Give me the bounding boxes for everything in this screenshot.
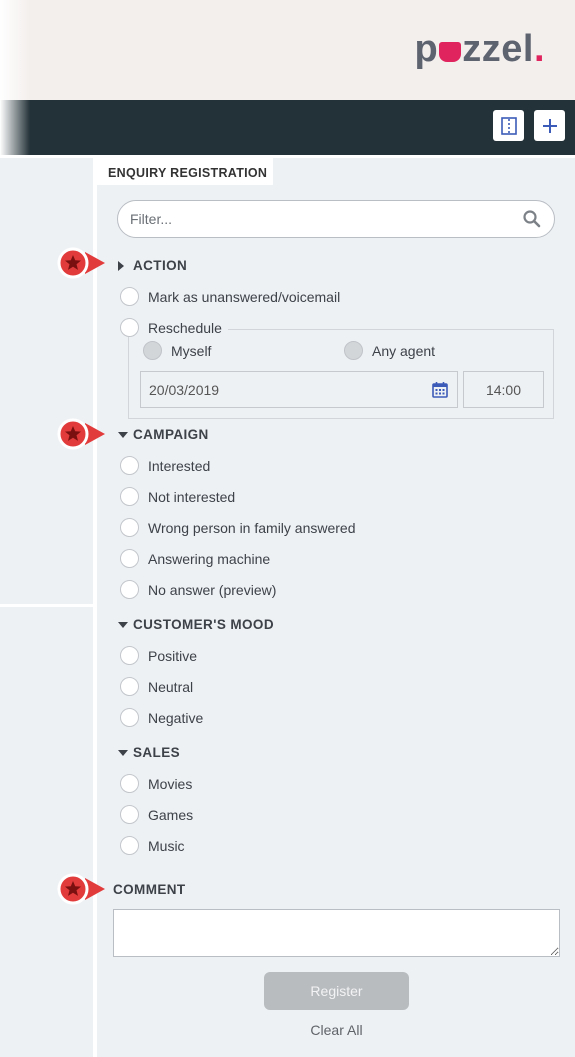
radio-label: Positive	[148, 647, 198, 664]
caret-down-icon	[118, 750, 128, 756]
radio-label: No answer (preview)	[148, 581, 277, 598]
date-value: 20/03/2019	[149, 381, 220, 398]
comment-textarea[interactable]	[113, 909, 560, 957]
radio-button[interactable]	[120, 708, 139, 727]
radio-option[interactable]: Mark as unanswered/voicemail	[120, 287, 340, 306]
radio-label: Negative	[148, 709, 204, 726]
radio-option[interactable]: Music	[120, 836, 185, 855]
register-button[interactable]: Register	[264, 972, 409, 1010]
enquiry-registration-tab: ENQUIRY REGISTRATION	[97, 158, 273, 185]
section-title: SALES	[133, 745, 181, 760]
radio-button[interactable]	[120, 549, 139, 568]
radio-label: Music	[148, 837, 185, 854]
radio-label: Answering machine	[148, 550, 271, 567]
radio-label: Mark as unanswered/voicemail	[148, 288, 341, 305]
left-panel-divider	[0, 604, 93, 607]
radio-button[interactable]	[120, 646, 139, 665]
section-header-campaign[interactable]: CAMPAIGN	[118, 427, 209, 442]
radio-label: Reschedule	[148, 319, 222, 336]
filter-field[interactable]	[117, 200, 555, 238]
radio-label: Games	[148, 806, 194, 823]
left-side-panel	[0, 158, 93, 1057]
section-title: ACTION	[133, 258, 188, 273]
radio-label: Interested	[148, 457, 211, 474]
reschedule-time-field[interactable]: 14:00	[463, 371, 544, 408]
radio-option[interactable]: Reschedule	[120, 318, 228, 337]
radio-button[interactable]	[120, 287, 139, 306]
caret-right-icon	[118, 260, 124, 271]
radio-button[interactable]	[120, 580, 139, 599]
radio-option[interactable]: Wrong person in family answered	[120, 518, 356, 537]
time-value: 14:00	[485, 381, 522, 398]
section-title: CAMPAIGN	[133, 427, 209, 442]
comment-label: COMMENT	[113, 882, 186, 897]
radio-option[interactable]: Any agent	[344, 341, 435, 360]
radio-option[interactable]: Myself	[143, 341, 211, 360]
section-header-sales[interactable]: SALES	[118, 745, 180, 760]
radio-label: Neutral	[148, 678, 194, 695]
header-fade	[0, 0, 30, 100]
required-marker-icon	[57, 418, 105, 450]
radio-button[interactable]	[120, 487, 139, 506]
clear-all-link[interactable]: Clear All	[264, 1022, 409, 1038]
radio-option[interactable]: Answering machine	[120, 549, 270, 568]
radio-option[interactable]: Neutral	[120, 677, 193, 696]
radio-button[interactable]	[143, 341, 162, 360]
radio-button[interactable]	[120, 805, 139, 824]
filter-input[interactable]	[130, 211, 490, 227]
logo-u-shape	[439, 42, 462, 62]
radio-button[interactable]	[120, 318, 139, 337]
radio-label: Movies	[148, 775, 193, 792]
radio-label: Wrong person in family answered	[148, 519, 356, 536]
section-header-action[interactable]: ACTION	[118, 258, 187, 273]
radio-button[interactable]	[120, 836, 139, 855]
radio-option[interactable]: Games	[120, 805, 193, 824]
radio-button[interactable]	[120, 456, 139, 475]
section-header-customers-mood[interactable]: CUSTOMER'S MOOD	[118, 617, 274, 632]
required-marker-icon	[57, 873, 105, 905]
radio-label: Any agent	[372, 342, 436, 359]
radio-option[interactable]: Movies	[120, 774, 192, 793]
calendar-icon[interactable]	[431, 381, 449, 399]
split-view-button[interactable]	[493, 110, 524, 141]
required-marker-icon	[57, 247, 105, 279]
radio-option[interactable]: No answer (preview)	[120, 580, 276, 599]
radio-button[interactable]	[120, 774, 139, 793]
radio-option[interactable]: Positive	[120, 646, 197, 665]
radio-option[interactable]: Negative	[120, 708, 203, 727]
radio-button[interactable]	[120, 677, 139, 696]
radio-option[interactable]: Not interested	[120, 487, 235, 506]
radio-option[interactable]: Interested	[120, 456, 210, 475]
section-title: CUSTOMER'S MOOD	[133, 617, 274, 632]
toolbar-fade	[0, 100, 30, 155]
radio-label: Not interested	[148, 488, 236, 505]
radio-button[interactable]	[344, 341, 363, 360]
puzzel-logo: p zzel.	[414, 28, 545, 70]
radio-button[interactable]	[120, 518, 139, 537]
plus-icon	[542, 118, 557, 133]
radio-label: Myself	[171, 342, 212, 359]
dark-toolbar	[0, 100, 575, 155]
caret-down-icon	[118, 432, 128, 438]
add-button[interactable]	[534, 110, 565, 141]
search-icon[interactable]	[522, 209, 542, 229]
caret-down-icon	[118, 622, 128, 628]
split-view-icon	[500, 116, 517, 135]
reschedule-date-field[interactable]: 20/03/2019	[140, 371, 458, 408]
